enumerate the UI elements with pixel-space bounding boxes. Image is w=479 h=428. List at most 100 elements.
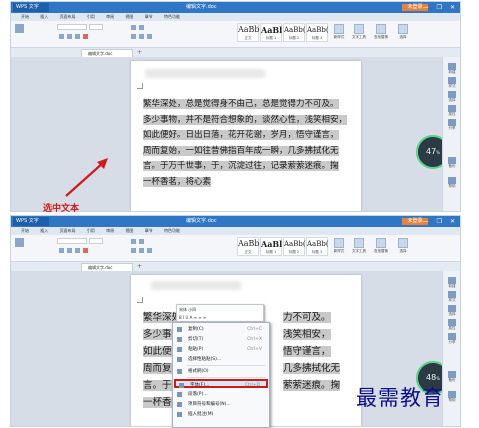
style-normal[interactable]: AaBb 正文 xyxy=(237,23,260,42)
menu-item-review[interactable]: 审阅 xyxy=(106,14,114,19)
new-tab-button[interactable]: + xyxy=(137,263,142,270)
menu-item-view[interactable]: 视图 xyxy=(125,14,133,19)
panel-item-backup[interactable]: 备份 xyxy=(446,371,458,383)
find-replace-button[interactable]: 查找替换 xyxy=(373,238,389,254)
panel-item-select[interactable]: 选择 xyxy=(446,91,458,103)
window-controls[interactable]: — ❐ ✕ xyxy=(423,4,458,11)
font-icon xyxy=(179,383,184,388)
menu-item-insert[interactable]: 插入 xyxy=(40,228,48,233)
style-normal[interactable]: AaBb 正文 xyxy=(237,237,260,256)
select-button[interactable]: 选择 xyxy=(395,238,411,254)
panel-item-share[interactable]: 分享 xyxy=(446,333,458,345)
font-size-box[interactable] xyxy=(89,24,103,30)
style-heading-1[interactable]: AaBl 标题 1 xyxy=(260,237,282,256)
text-tools-button[interactable]: 文字工具 xyxy=(351,238,367,254)
menu-item-features[interactable]: 特色功能 xyxy=(164,14,180,19)
document-text-right[interactable]: 力不可及。 浅笑相安， 悟守谨言， 几多拂拭化无 萦萦迷痕。掬 xyxy=(283,309,341,394)
ctx-item-format-painter[interactable]: 格式刷(O) xyxy=(174,367,268,376)
ctx-item-font[interactable]: 字体(F)... Ctrl+D xyxy=(174,379,268,388)
find-replace-button[interactable]: 查找替换 xyxy=(373,24,389,40)
align-left-icon[interactable] xyxy=(131,248,136,253)
mini-toolbar-font-row[interactable]: 宋体 小四 xyxy=(179,306,261,313)
font-color-icon[interactable] xyxy=(83,248,88,253)
style-heading-3[interactable]: AaBb( 标题 3 xyxy=(306,237,329,256)
bullets-icon[interactable] xyxy=(131,239,136,244)
panel-item-new[interactable]: 新建 xyxy=(446,277,458,289)
panel-item-properties[interactable]: 属性 xyxy=(446,319,458,331)
ctx-item-insert-comment[interactable]: 插入批注(M) xyxy=(174,410,268,419)
ctx-item-bullets-numbering[interactable]: 项目符号和编号(N)... xyxy=(174,400,268,409)
style-heading-2[interactable]: AaBb( 标题 2 xyxy=(283,237,306,256)
panel-item-new[interactable]: 新建 xyxy=(446,63,458,75)
text-tools-button[interactable]: 文字工具 xyxy=(351,24,367,40)
document-text[interactable]: 繁华深处，总是觉得身不由己，总是觉得力不可及。 多少事物，并不是符合想象的，谈然… xyxy=(143,97,348,190)
window-controls-2[interactable]: — ❐ ✕ xyxy=(423,218,458,225)
style-heading-1[interactable]: AaBl 标题 1 xyxy=(260,23,282,42)
underline-icon[interactable] xyxy=(75,34,80,39)
menu-item-insert[interactable]: 插入 xyxy=(40,14,48,19)
menu-bar-2: 开始 插入 页面布局 引用 审阅 视图 章节 特色功能 xyxy=(11,227,460,235)
menu-item-layout[interactable]: 页面布局 xyxy=(60,14,76,19)
menu-item-layout[interactable]: 页面布局 xyxy=(60,228,76,233)
menu-item-home[interactable]: 开始 xyxy=(21,228,29,233)
align-right-icon[interactable] xyxy=(147,248,152,253)
panel-item-style[interactable]: 样式 xyxy=(446,291,458,303)
ctx-item-copy[interactable]: 复制(C) Ctrl+C xyxy=(174,325,268,334)
bold-icon[interactable] xyxy=(59,248,64,253)
panel-item-backup[interactable]: 备份 xyxy=(446,157,458,169)
mini-font-size[interactable]: 小四 xyxy=(188,307,196,312)
document-tab[interactable]: 编辑文字.doc xyxy=(81,49,133,57)
style-heading-2[interactable]: AaBb( 标题 2 xyxy=(283,23,306,42)
menu-item-sections[interactable]: 章节 xyxy=(145,14,153,19)
mini-font-name[interactable]: 宋体 xyxy=(179,307,187,312)
panel-item-share[interactable]: 分享 xyxy=(446,119,458,131)
app-menu-button-2[interactable]: WPS 文字 xyxy=(13,217,49,226)
panel-item-style[interactable]: 样式 xyxy=(446,77,458,89)
font-name-box[interactable] xyxy=(57,238,87,244)
font-name-box[interactable] xyxy=(57,24,87,30)
blurred-region xyxy=(151,281,241,290)
bold-icon[interactable] xyxy=(59,34,64,39)
ctx-item-paragraph[interactable]: 段落(P)... xyxy=(174,390,268,399)
underline-icon[interactable] xyxy=(75,248,80,253)
app-menu-button[interactable]: WPS 文字 xyxy=(13,3,49,12)
style-heading-3[interactable]: AaBb( 标题 3 xyxy=(306,23,329,42)
align-center-icon[interactable] xyxy=(139,34,144,39)
select-button[interactable]: 选择 xyxy=(395,24,411,40)
menu-item-references[interactable]: 引用 xyxy=(87,228,95,233)
menu-item-sections[interactable]: 章节 xyxy=(145,228,153,233)
new-style-button[interactable]: 新样式 xyxy=(331,24,347,40)
menu-item-references[interactable]: 引用 xyxy=(87,14,95,19)
numbering-icon[interactable] xyxy=(139,239,144,244)
mini-toolbar-format-row[interactable]: B I U A ≡ ≡ ≡ xyxy=(179,314,261,321)
italic-icon[interactable] xyxy=(67,248,72,253)
menu-item-features[interactable]: 特色功能 xyxy=(164,228,180,233)
ctx-item-paste[interactable]: 粘贴(P) Ctrl+V xyxy=(174,345,268,354)
bullets-icon[interactable] xyxy=(131,25,136,30)
paste-icon[interactable] xyxy=(15,24,24,33)
font-size-box[interactable] xyxy=(89,238,103,244)
menu-item-home[interactable]: 开始 xyxy=(21,14,29,19)
ctx-item-paste-special[interactable]: 选择性粘贴(S)... xyxy=(174,355,268,364)
font-color-icon[interactable] xyxy=(83,34,88,39)
panel-item-select[interactable]: 选择 xyxy=(446,305,458,317)
menu-item-view[interactable]: 视图 xyxy=(125,228,133,233)
new-style-button[interactable]: 新样式 xyxy=(331,238,347,254)
align-right-icon[interactable] xyxy=(147,34,152,39)
new-tab-button[interactable]: + xyxy=(137,49,142,56)
panel-item-help[interactable]: 帮助 xyxy=(446,177,458,189)
paste-icon[interactable] xyxy=(15,238,24,247)
ctx-item-cut[interactable]: 剪切(T) Ctrl+X xyxy=(174,335,268,344)
cut-icon xyxy=(177,337,182,342)
align-center-icon[interactable] xyxy=(139,248,144,253)
italic-icon[interactable] xyxy=(67,34,72,39)
numbering-icon[interactable] xyxy=(139,25,144,30)
menu-item-review[interactable]: 审阅 xyxy=(106,228,114,233)
align-left-icon[interactable] xyxy=(131,34,136,39)
document-tab[interactable]: 编辑文字.doc xyxy=(81,263,133,271)
panel-item-properties[interactable]: 属性 xyxy=(446,105,458,117)
window-title: 编辑文字.doc xyxy=(186,4,217,10)
menu-bar: 开始 插入 页面布局 引用 审阅 视图 章节 特色功能 xyxy=(11,13,460,21)
document-page[interactable]: 繁华深处，总是觉得身不由己，总是觉得力不可及。 多少事物，并不是符合想象的，谈然… xyxy=(131,61,361,211)
panel-item-help[interactable]: 帮助 xyxy=(446,391,458,403)
